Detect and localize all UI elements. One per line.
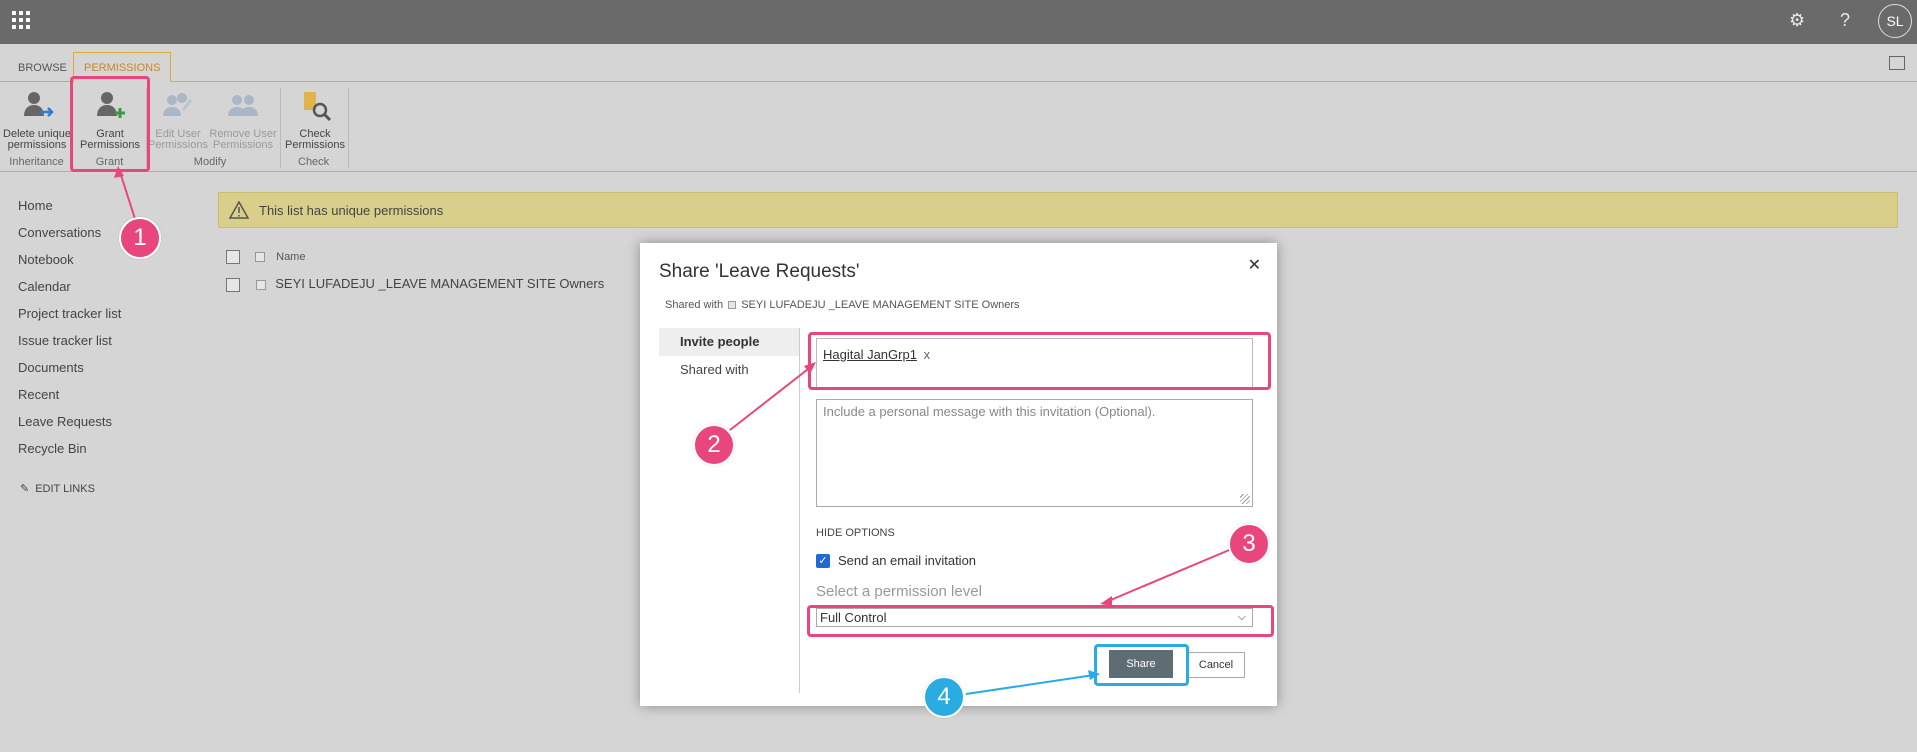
- remove-user-permissions-icon: [228, 95, 258, 116]
- group-inheritance-label: Inheritance: [9, 156, 64, 168]
- tab-browse[interactable]: BROWSE: [8, 53, 77, 82]
- ribbon: Delete unique permissions Grant Permissi…: [0, 82, 1917, 172]
- step-badge-3: 3: [1228, 523, 1270, 565]
- nav-item-documents[interactable]: Documents: [18, 358, 121, 385]
- header-item-checkbox: [255, 252, 266, 262]
- nav-item-recycle-bin[interactable]: Recycle Bin: [18, 439, 121, 466]
- pencil-icon: ✎: [20, 483, 30, 495]
- delete-permissions-icon: [24, 92, 54, 117]
- highlight-grant-permissions: [70, 76, 150, 172]
- nav-item-issue-tracker[interactable]: Issue tracker list: [18, 331, 121, 358]
- group-check-label: Check: [298, 156, 330, 168]
- nav-item-conversations[interactable]: Conversations: [18, 223, 121, 250]
- settings-icon[interactable]: ⚙: [1789, 10, 1805, 31]
- personal-message-textarea[interactable]: Include a personal message with this inv…: [816, 399, 1253, 507]
- divider: [799, 328, 800, 693]
- email-invitation-checkbox[interactable]: ✓: [816, 553, 830, 568]
- edit-user-permissions-icon: [163, 93, 193, 116]
- group-modify-label: Modify: [193, 156, 227, 168]
- dialog-side-nav: Invite people Shared with: [659, 328, 800, 384]
- permission-level-label: Select a permission level: [816, 583, 982, 600]
- check-permissions-icon: [304, 92, 332, 122]
- cancel-button[interactable]: Cancel: [1187, 652, 1245, 678]
- app-launcher-icon[interactable]: [12, 11, 30, 29]
- column-name-header[interactable]: Name: [276, 251, 305, 263]
- group-icon: [255, 279, 266, 290]
- warning-icon: [229, 201, 249, 219]
- left-navigation: Home Conversations Notebook Calendar Pro…: [18, 196, 121, 466]
- group-icon: [728, 301, 737, 310]
- table-row: SEYI LUFADEJU _LEAVE MANAGEMENT SITE Own…: [226, 276, 604, 292]
- step-badge-2: 2: [693, 424, 735, 466]
- nav-item-recent[interactable]: Recent: [18, 385, 121, 412]
- email-invitation-option[interactable]: ✓ Send an email invitation: [816, 553, 976, 568]
- nav-item-notebook[interactable]: Notebook: [18, 250, 121, 277]
- nav-item-project-tracker[interactable]: Project tracker list: [18, 304, 121, 331]
- avatar[interactable]: SL: [1878, 4, 1912, 38]
- shared-with-link[interactable]: SEYI LUFADEJU _LEAVE MANAGEMENT SITE Own…: [741, 299, 1019, 311]
- side-invite-people[interactable]: Invite people: [659, 328, 800, 356]
- highlight-share-button: [1094, 644, 1189, 686]
- group-divider: [348, 88, 349, 168]
- focus-on-content-icon[interactable]: [1889, 56, 1905, 70]
- close-icon[interactable]: ✕: [1248, 255, 1261, 275]
- step-badge-4: 4: [923, 676, 965, 718]
- highlight-people-picker: [808, 332, 1271, 390]
- step-badge-1: 1: [119, 217, 161, 259]
- hide-options-link[interactable]: HIDE OPTIONS: [816, 527, 895, 539]
- help-icon[interactable]: ?: [1840, 10, 1850, 31]
- dialog-title: Share 'Leave Requests': [659, 261, 860, 282]
- ribbon-tabs: BROWSE PERMISSIONS: [0, 44, 1917, 83]
- edit-user-permissions-button[interactable]: Edit User Permissions: [143, 88, 213, 151]
- nav-item-calendar[interactable]: Calendar: [18, 277, 121, 304]
- side-shared-with[interactable]: Shared with: [659, 356, 800, 384]
- shared-with-summary: Shared with SEYI LUFADEJU _LEAVE MANAGEM…: [665, 299, 1020, 311]
- suite-bar: ⚙ ? SL: [0, 0, 1917, 44]
- nav-item-leave-requests[interactable]: Leave Requests: [18, 412, 121, 439]
- edit-links-button[interactable]: ✎ EDIT LINKS: [20, 482, 95, 495]
- list-header: Name: [226, 250, 305, 264]
- highlight-permission-level: [807, 605, 1274, 637]
- remove-user-permissions-button[interactable]: Remove User Permissions: [208, 88, 278, 151]
- row-checkbox[interactable]: [226, 277, 240, 292]
- group-name-link[interactable]: SEYI LUFADEJU _LEAVE MANAGEMENT SITE Own…: [275, 276, 604, 291]
- select-all-checkbox[interactable]: [226, 250, 240, 264]
- delete-unique-permissions-button[interactable]: Delete unique permissions: [2, 88, 72, 151]
- resize-handle-icon[interactable]: [1240, 494, 1250, 504]
- nav-item-home[interactable]: Home: [18, 196, 121, 223]
- unique-permissions-warning: This list has unique permissions: [218, 192, 1898, 228]
- check-permissions-button[interactable]: Check Permissions: [280, 88, 350, 151]
- group-divider: [280, 88, 281, 168]
